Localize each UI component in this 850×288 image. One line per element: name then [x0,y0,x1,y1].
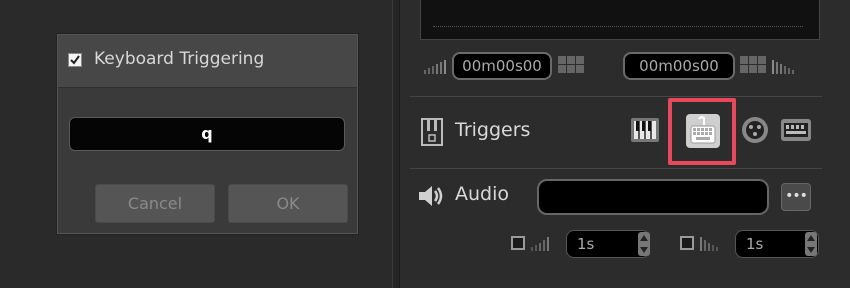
waveform-area[interactable] [420,0,820,40]
section-divider [410,96,822,97]
fade-out-checkbox[interactable] [680,236,694,250]
fade-out-icon [772,60,794,74]
fade-out-spinner[interactable] [805,232,817,256]
triggers-label: Triggers [455,119,531,141]
fade-out-small-icon [700,237,718,251]
fade-in-checkbox[interactable] [511,236,525,250]
section-divider [410,168,822,169]
checkmark-icon [70,55,80,65]
end-time-stepper-icon[interactable] [740,56,766,73]
ok-button[interactable]: OK [228,184,348,223]
fade-in-small-icon [531,237,549,251]
audio-more-button[interactable]: ••• [781,183,811,211]
keyboard-trigger-highlight [668,98,736,165]
keyboard-triggering-dialog: Keyboard Triggering q Cancel OK [57,34,358,234]
piano-keys-icon[interactable] [630,115,660,145]
keyboard-triggering-checkbox[interactable] [68,53,82,67]
audio-label: Audio [455,183,510,205]
dialog-header: Keyboard Triggering [58,35,357,88]
start-time-stepper-icon[interactable] [558,56,584,73]
dialog-title: Keyboard Triggering [94,49,265,69]
audio-file-field[interactable] [537,179,769,215]
speaker-icon [419,186,443,206]
dmx-icon[interactable] [740,115,770,145]
fade-in-icon [424,60,446,74]
fade-in-spinner[interactable] [638,232,650,256]
cancel-button[interactable]: Cancel [95,184,215,223]
end-timecode-field[interactable]: 00m00s00 [623,52,735,80]
start-timecode-field[interactable]: 00m00s00 [452,52,552,80]
waveform-gridline [433,26,803,27]
trigger-key-input[interactable]: q [69,117,345,151]
panel-divider[interactable] [392,0,400,288]
trigger-icon [421,118,443,146]
midi-icon[interactable] [780,115,812,145]
